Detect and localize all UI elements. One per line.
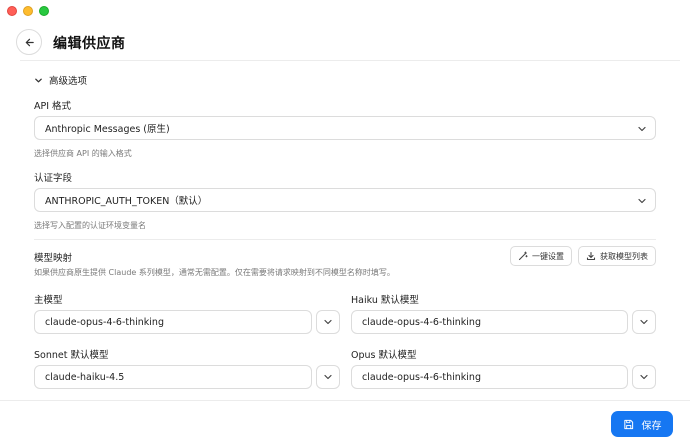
main-model-input[interactable]: claude-opus-4-6-thinking [34,310,312,334]
model-mapping-title: 模型映射 [34,253,73,264]
page-title: 编辑供应商 [53,36,126,52]
section-divider [34,239,656,240]
haiku-model-dropdown-button[interactable] [632,310,656,334]
advanced-options-label: 高级选项 [49,76,88,87]
one-click-setup-label: 一键设置 [532,251,564,261]
download-icon [586,251,596,261]
auth-field-hint: 选择写入配置的认证环境变量名 [34,221,146,230]
save-icon [623,419,633,429]
opus-model-dropdown-button[interactable] [632,365,656,389]
opus-model-label: Opus 默认模型 [351,350,417,361]
haiku-model-input[interactable]: claude-opus-4-6-thinking [351,310,628,334]
fetch-model-list-label: 获取模型列表 [600,251,648,261]
arrow-left-icon [25,38,34,46]
zoom-window-button[interactable] [39,6,49,16]
chevron-down-icon [638,198,646,204]
window-controls [7,6,49,16]
haiku-model-value: claude-opus-4-6-thinking [362,316,481,328]
chevron-down-icon [640,319,648,325]
sonnet-model-input[interactable]: claude-haiku-4.5 [34,365,312,389]
minimize-window-button[interactable] [23,6,33,16]
auth-field-select[interactable]: ANTHROPIC_AUTH_TOKEN（默认） [34,188,656,212]
main-model-value: claude-opus-4-6-thinking [45,316,164,328]
main-model-dropdown-button[interactable] [316,310,340,334]
save-button[interactable]: 保存 [611,411,673,437]
chevron-down-icon [324,374,332,380]
back-button[interactable] [16,29,42,55]
api-format-value: Anthropic Messages (原生) [45,124,170,135]
main-model-label: 主模型 [34,295,63,306]
footer-divider [0,400,690,401]
window: 编辑供应商 高级选项 API 格式 Anthropic Messages (原生… [0,0,690,448]
one-click-setup-button[interactable]: 一键设置 [510,246,572,266]
sonnet-model-value: claude-haiku-4.5 [45,371,125,383]
form-scroll-area[interactable]: 高级选项 API 格式 Anthropic Messages (原生) 选择供应… [20,60,680,400]
fetch-model-list-button[interactable]: 获取模型列表 [578,246,656,266]
advanced-options-toggle[interactable]: 高级选项 [34,73,87,87]
model-mapping-description: 如果供应商原生提供 Claude 系列模型，通常无需配置。仅在需要将请求映射到不… [34,268,395,277]
api-format-label: API 格式 [34,101,72,112]
sonnet-model-label: Sonnet 默认模型 [34,350,109,361]
chevron-down-icon [35,78,42,82]
sonnet-model-dropdown-button[interactable] [316,365,340,389]
chevron-down-icon [638,126,646,132]
magic-wand-icon [518,251,528,261]
api-format-hint: 选择供应商 API 的输入格式 [34,149,132,158]
chevron-down-icon [640,374,648,380]
close-window-button[interactable] [7,6,17,16]
auth-field-value: ANTHROPIC_AUTH_TOKEN（默认） [45,196,208,207]
opus-model-input[interactable]: claude-opus-4-6-thinking [351,365,628,389]
chevron-down-icon [324,319,332,325]
api-format-select[interactable]: Anthropic Messages (原生) [34,116,656,140]
save-label: 保存 [641,420,662,432]
auth-field-label: 认证字段 [34,173,73,184]
haiku-model-label: Haiku 默认模型 [351,295,419,306]
opus-model-value: claude-opus-4-6-thinking [362,371,481,383]
